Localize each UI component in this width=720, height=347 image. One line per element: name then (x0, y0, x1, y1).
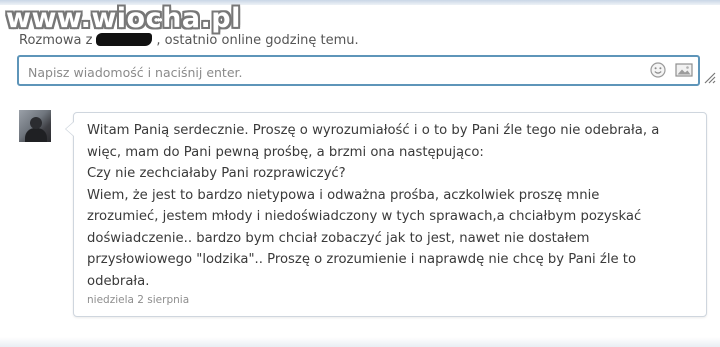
message-text: Witam Panią serdecznie. Proszę o wyrozum… (87, 120, 692, 292)
conversation-header: Rozmowa z , ostatnio online godzinę temu. (19, 33, 359, 48)
message-bubble: Witam Panią serdecznie. Proszę o wyrozum… (65, 112, 707, 317)
redacted-name (96, 33, 153, 46)
bubble-tail (65, 121, 74, 137)
header-prefix: Rozmowa z (19, 33, 93, 48)
resize-handle-icon[interactable] (704, 70, 716, 84)
message-line: Witam Panią serdecznie. Proszę o wyrozum… (87, 123, 660, 138)
message-line: doświadczenie.. bardzo bym chciał zobacz… (87, 230, 590, 246)
message-line: zrozumieć, jestem młody i niedoświadczon… (87, 209, 642, 224)
avatar[interactable] (19, 110, 51, 142)
message-input[interactable] (28, 63, 628, 81)
smiley-icon[interactable] (650, 62, 666, 78)
watermark: www.wiocha.pl (6, 3, 241, 34)
message-line: Czy nie zechciałaby Pani rozprawiczyć? (87, 166, 346, 181)
message-line: odebrała. (87, 273, 150, 289)
bottom-strip (0, 337, 720, 347)
image-icon[interactable] (675, 62, 693, 78)
message-line: Wiem, że jest to bardzo nietypowa i odwa… (87, 187, 600, 203)
message-line: przysłowiowego "lodzika".. Proszę o zroz… (87, 252, 637, 267)
message-composer (17, 55, 700, 86)
header-status: , ostatnio online godzinę temu. (156, 33, 359, 48)
message-line: więc, mam do Pani pewną prośbę, a brzmi … (87, 144, 484, 160)
message-timestamp: niedziela 2 sierpnia (87, 294, 190, 306)
